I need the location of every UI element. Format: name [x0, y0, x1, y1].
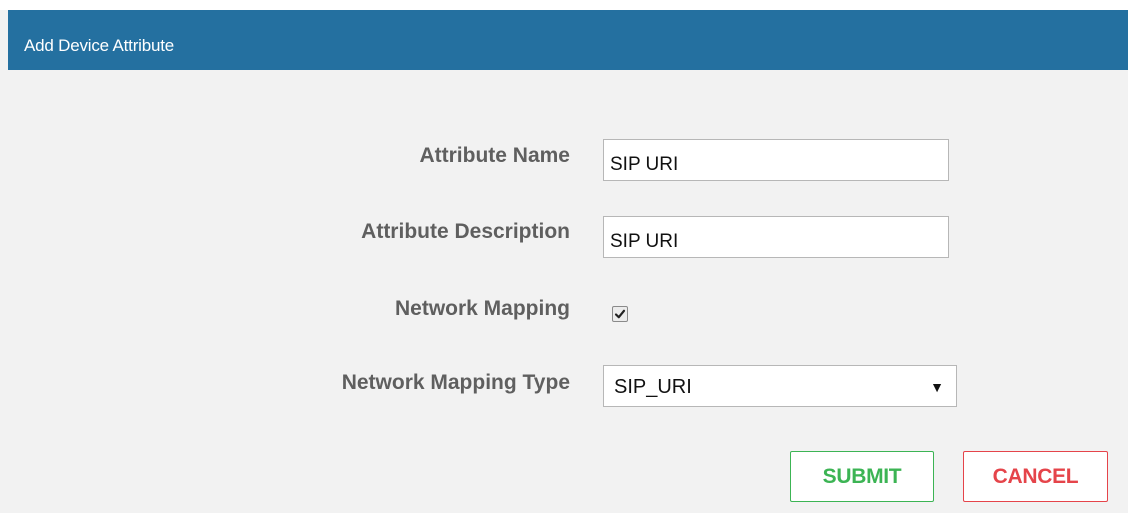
top-strip [0, 0, 1128, 10]
network-mapping-label: Network Mapping [394, 297, 570, 320]
dialog-title: Add Device Attribute [24, 36, 175, 55]
attribute-name-input[interactable] [603, 139, 949, 181]
attribute-description-input[interactable] [603, 216, 949, 258]
cancel-button[interactable]: CANCEL [963, 451, 1108, 502]
attribute-name-label: Attribute Name [419, 144, 570, 167]
attribute-description-label: Attribute Description [361, 220, 570, 243]
dropdown-arrow-icon: ▼ [930, 379, 944, 395]
network-mapping-type-value: SIP_URI [614, 376, 692, 398]
network-mapping-type-label: Network Mapping Type [341, 371, 570, 394]
dialog-header: Add Device Attribute [8, 10, 1128, 70]
network-mapping-type-select[interactable]: SIP_URI ▼ [603, 365, 957, 407]
checkmark-icon [614, 309, 626, 319]
add-device-attribute-dialog: Add Device Attribute Attribute Name Attr… [0, 0, 1128, 513]
network-mapping-checkbox[interactable] [612, 306, 628, 322]
submit-button[interactable]: SUBMIT [790, 451, 934, 502]
